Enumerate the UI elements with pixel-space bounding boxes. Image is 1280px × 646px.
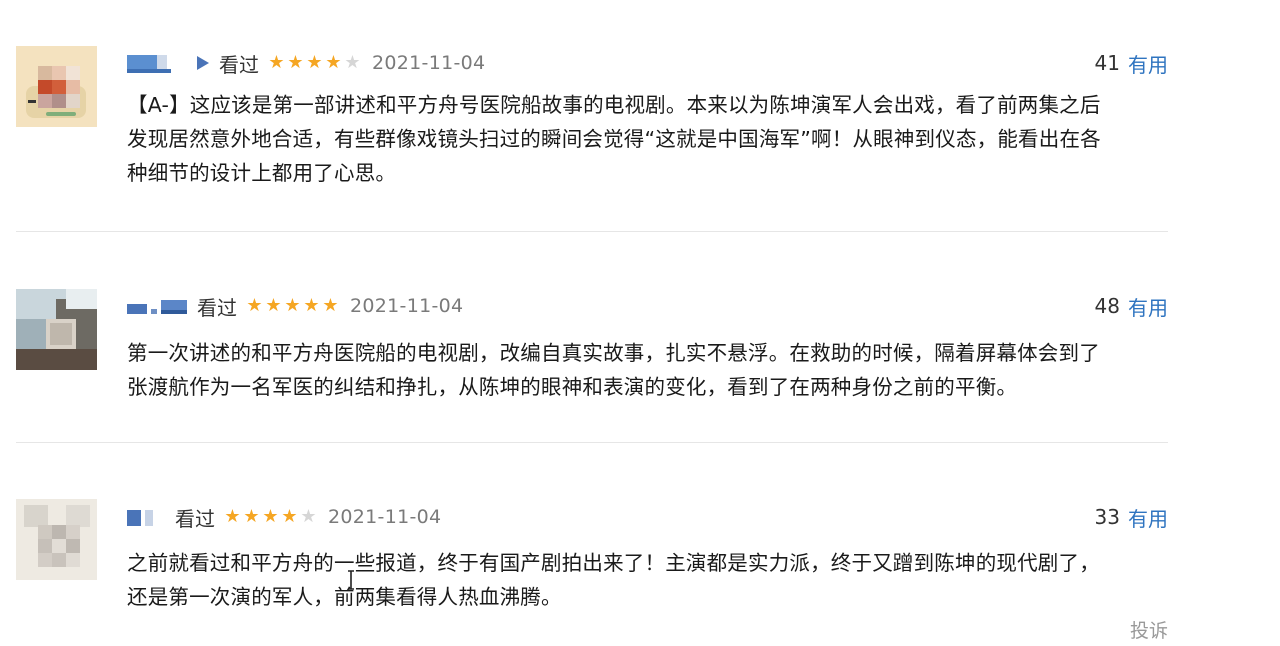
avatar[interactable] <box>16 499 97 580</box>
star-icon: ★ <box>262 506 279 527</box>
review-date: 2021-11-04 <box>372 52 486 74</box>
useful-count: 33 <box>1094 505 1120 529</box>
review-text: 之前就看过和平方舟的一些报道，终于有国产剧拍出来了！主演都是实力派，终于又蹭到陈… <box>127 551 1100 609</box>
star-empty-icon: ★ <box>300 506 317 527</box>
useful-count: 41 <box>1094 51 1120 75</box>
useful-button[interactable]: 有用 <box>1128 503 1168 532</box>
star-icon: ★ <box>281 506 298 527</box>
review-text: 【A-】这应该是第一部讲述和平方舟号医院船故事的电视剧。本来以为陈坤演军人会出戏… <box>127 93 1101 185</box>
rating-stars: ★ ★ ★ ★ ★ <box>245 296 340 316</box>
review-date: 2021-11-04 <box>350 295 464 317</box>
divider <box>16 442 1168 443</box>
star-icon: ★ <box>246 295 263 316</box>
useful-vote: 48 有用 <box>1095 292 1168 320</box>
text-cursor-icon <box>348 570 354 590</box>
star-icon: ★ <box>306 52 323 73</box>
rating-stars: ★ ★ ★ ★ ★ <box>267 53 362 73</box>
review-date: 2021-11-04 <box>328 506 442 528</box>
star-empty-icon: ★ <box>344 52 361 73</box>
star-icon: ★ <box>287 52 304 73</box>
username-redacted[interactable] <box>127 52 211 74</box>
username-redacted[interactable] <box>127 506 167 528</box>
star-icon: ★ <box>322 295 339 316</box>
star-icon: ★ <box>268 52 285 73</box>
review-text: 第一次讲述的和平方舟医院船的电视剧，改编自真实故事，扎实不悬浮。在救助的时候，隔… <box>127 341 1100 399</box>
useful-count: 48 <box>1094 294 1120 318</box>
useful-button[interactable]: 有用 <box>1128 49 1168 78</box>
useful-vote: 33 有用 <box>1095 503 1168 531</box>
star-icon: ★ <box>224 506 241 527</box>
star-icon: ★ <box>284 295 301 316</box>
rating-stars: ★ ★ ★ ★ ★ <box>223 507 318 527</box>
watch-status: 看过 <box>197 295 237 320</box>
star-icon: ★ <box>325 52 342 73</box>
star-icon: ★ <box>265 295 282 316</box>
review-meta: 看过 ★ ★ ★ ★ ★ 2021-11-04 <box>127 503 441 531</box>
avatar[interactable] <box>16 289 97 370</box>
star-icon: ★ <box>243 506 260 527</box>
useful-button[interactable]: 有用 <box>1128 292 1168 321</box>
star-icon: ★ <box>303 295 320 316</box>
avatar[interactable] <box>16 46 97 127</box>
report-link[interactable]: 投诉 <box>1130 616 1168 643</box>
useful-vote: 41 有用 <box>1095 49 1168 77</box>
review-meta: 看过 ★ ★ ★ ★ ★ 2021-11-04 <box>127 292 463 320</box>
username-redacted[interactable] <box>127 295 189 317</box>
watch-status: 看过 <box>175 506 215 531</box>
divider <box>16 231 1168 232</box>
watch-status: 看过 <box>219 52 259 77</box>
review-meta: 看过 ★ ★ ★ ★ ★ 2021-11-04 <box>127 49 485 77</box>
